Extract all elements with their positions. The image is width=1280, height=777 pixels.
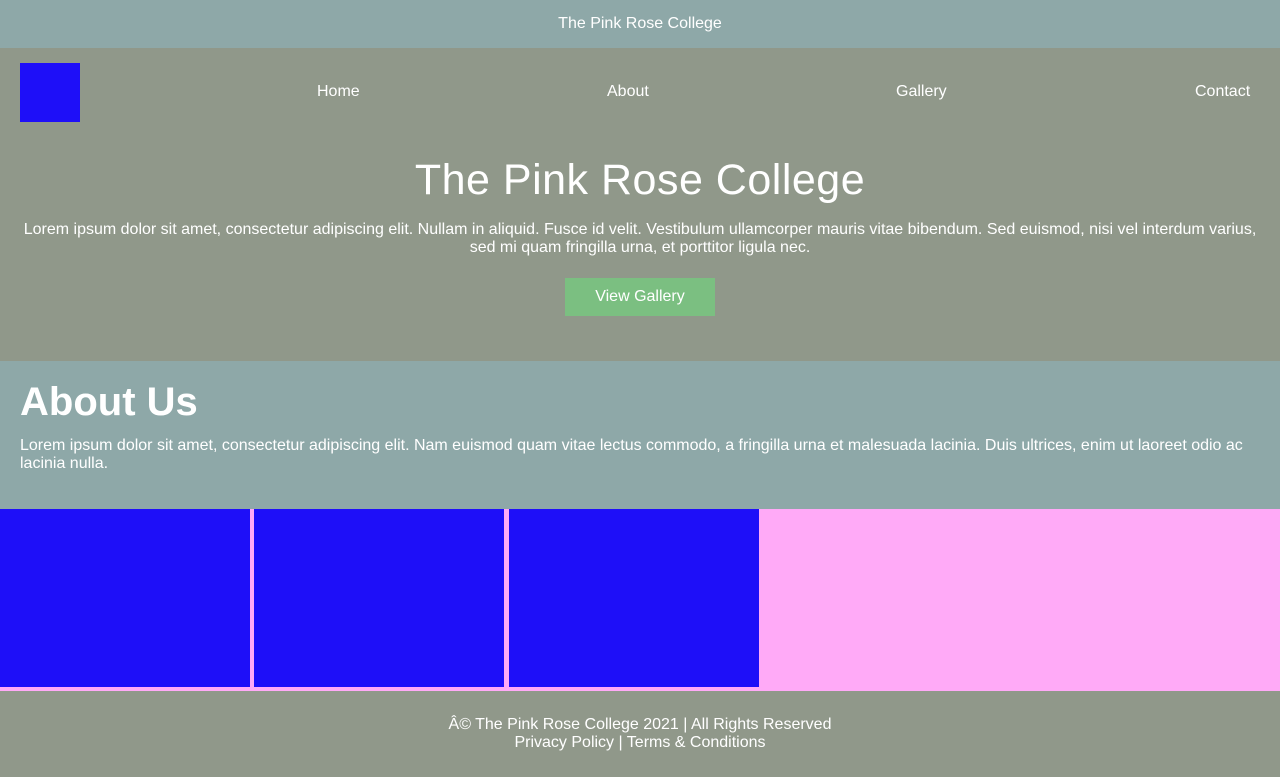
- footer-copyright: Â© The Pink Rose College 2021 | All Righ…: [448, 716, 832, 733]
- main-nav: Home About Gallery Contact: [0, 48, 1280, 138]
- hero-title: The Pink Rose College: [414, 156, 866, 204]
- gallery-section: [0, 509, 1280, 691]
- hero-section: Home About Gallery Contact The Pink Rose…: [0, 48, 1280, 361]
- footer-links[interactable]: Privacy Policy | Terms & Conditions: [514, 734, 765, 752]
- nav-item-about[interactable]: About: [607, 83, 649, 101]
- logo[interactable]: [20, 63, 80, 122]
- view-gallery-button[interactable]: View Gallery: [565, 278, 715, 316]
- nav-item-gallery[interactable]: Gallery: [896, 83, 947, 101]
- gallery-image[interactable]: [509, 509, 759, 687]
- about-title: About Us: [20, 380, 198, 424]
- top-banner-title: The Pink Rose College: [558, 15, 722, 32]
- about-description: Lorem ipsum dolor sit amet, consectetur …: [20, 437, 1243, 472]
- about-section: About Us Lorem ipsum dolor sit amet, con…: [0, 361, 1280, 509]
- gallery-image[interactable]: [0, 509, 250, 687]
- nav-item-home[interactable]: Home: [317, 83, 360, 101]
- gallery-image[interactable]: [254, 509, 504, 687]
- nav-item-contact[interactable]: Contact: [1195, 83, 1250, 101]
- top-banner: The Pink Rose College: [0, 0, 1280, 48]
- footer: Â© The Pink Rose College 2021 | All Righ…: [0, 691, 1280, 777]
- hero-description: Lorem ipsum dolor sit amet, consectetur …: [23, 221, 1257, 256]
